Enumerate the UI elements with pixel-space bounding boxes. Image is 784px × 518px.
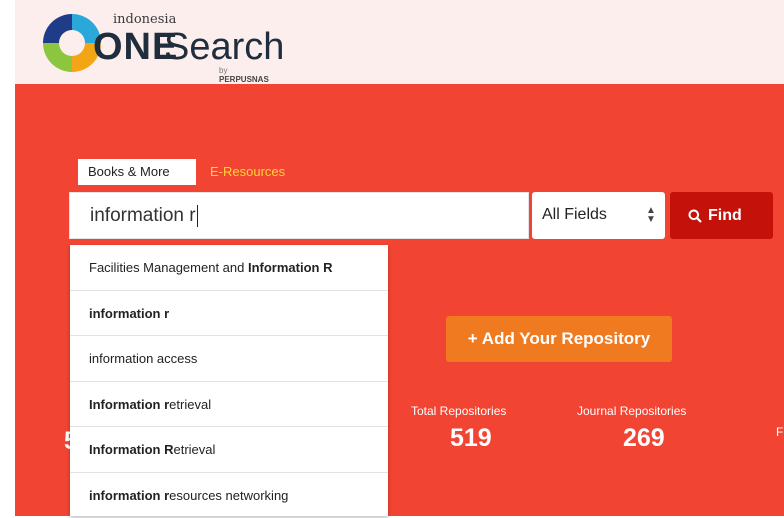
find-button[interactable]: Find [670, 192, 773, 239]
onesearch-logo[interactable]: indonesia ONE Search by PERPUSNAS [37, 6, 277, 81]
search-input-value: information r [90, 205, 198, 227]
field-select-value: All Fields [542, 206, 607, 224]
journal-repositories-value: 269 [623, 424, 665, 453]
suggestion-item[interactable]: information access [70, 336, 388, 382]
logo-by-text: by PERPUSNAS [219, 66, 277, 84]
field-select[interactable]: All Fields ▲▼ [532, 192, 665, 239]
logo-indonesia-text: indonesia [113, 12, 176, 27]
tab-e-resources[interactable]: E-Resources [200, 159, 295, 185]
text-caret [197, 205, 198, 227]
search-input[interactable]: information r [69, 192, 529, 239]
partial-stat-label: F [776, 425, 783, 439]
suggestion-item[interactable]: Information Retrieval [70, 427, 388, 473]
header-bar: indonesia ONE Search by PERPUSNAS [15, 0, 784, 84]
total-repositories-label: Total Repositories [411, 404, 506, 418]
journal-repositories-label: Journal Repositories [577, 404, 686, 418]
add-repository-button[interactable]: + Add Your Repository [446, 316, 672, 362]
search-icon [688, 209, 702, 223]
tab-books-and-more[interactable]: Books & More [78, 159, 196, 185]
suggestion-item[interactable]: information r [70, 291, 388, 337]
suggestion-item[interactable]: Information retrieval [70, 382, 388, 428]
autocomplete-dropdown: Facilities Management and Information R … [70, 245, 388, 516]
logo-search-text: Search [164, 26, 284, 69]
suggestion-item[interactable]: Facilities Management and Information R [70, 245, 388, 291]
total-repositories-value: 519 [450, 424, 492, 453]
select-arrows-icon: ▲▼ [646, 206, 656, 224]
suggestion-item[interactable]: information resources networking [70, 473, 388, 518]
find-button-label: Find [708, 192, 742, 239]
